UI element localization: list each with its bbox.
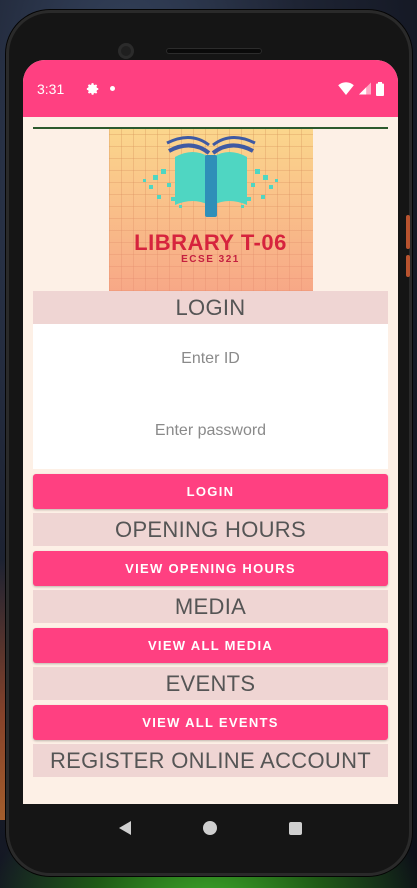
id-input[interactable] [33,339,388,379]
open-book-icon [142,136,278,217]
password-input[interactable] [33,411,388,451]
login-form [33,324,388,469]
main-content: LIBRARY T-06 ECSE 321 LOGIN LOGIN OPENIN… [23,117,398,777]
system-nav-bar [23,804,398,852]
events-header: EVENTS [33,667,388,700]
status-bar: 3:31 [23,60,398,117]
register-header: REGISTER ONLINE ACCOUNT [33,744,388,777]
recents-icon[interactable] [289,821,302,835]
earpiece-speaker [166,48,262,54]
app-screen: 3:31 LIBRARY T-06 ECSE 321 LOGIN Enter I… [23,60,398,804]
status-time: 3:31 [37,80,65,97]
view-all-media-button[interactable]: VIEW ALL MEDIA [33,628,388,663]
wifi-icon [338,82,354,95]
home-icon[interactable] [203,821,217,835]
view-all-events-button[interactable]: VIEW ALL EVENTS [33,705,388,740]
opening-hours-header: OPENING HOURS [33,513,388,546]
status-left: 3:31 [37,80,116,97]
library-logo: LIBRARY T-06 ECSE 321 [108,129,313,291]
volume-button [406,215,410,249]
signal-icon [359,82,371,95]
notification-dot-icon [110,86,116,91]
battery-icon [376,81,384,96]
power-button [406,255,410,277]
view-opening-hours-button[interactable]: VIEW OPENING HOURS [33,551,388,586]
login-header: LOGIN [33,291,388,324]
media-header: MEDIA [33,590,388,623]
login-button[interactable]: LOGIN [33,474,388,509]
status-right [338,81,384,96]
logo-subtitle: ECSE 321 [181,254,240,265]
back-icon[interactable] [119,821,131,835]
logo-title: LIBRARY T-06 [134,230,287,255]
front-camera [118,43,134,59]
settings-icon [87,82,99,95]
